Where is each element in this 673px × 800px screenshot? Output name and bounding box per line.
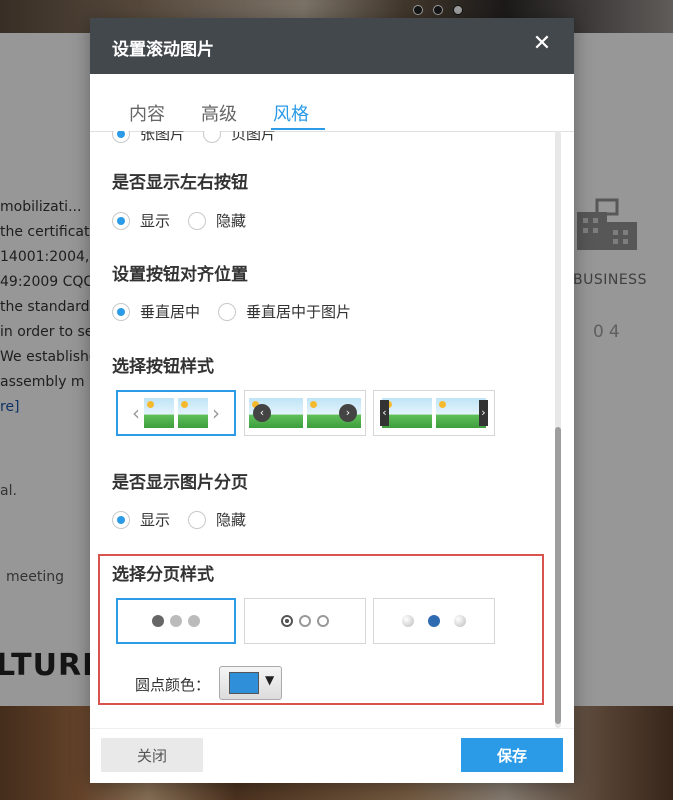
radio-button[interactable] xyxy=(218,302,237,321)
image-thumbnail xyxy=(382,398,432,428)
radio-option-show[interactable]: 显示 xyxy=(112,210,170,231)
radio-option-pagination-hide[interactable]: 隐藏 xyxy=(188,509,246,530)
dialog-footer: 关闭 保存 xyxy=(90,728,574,783)
radio-option-clipped-2[interactable]: 页图片 xyxy=(203,131,276,144)
chevron-right-icon: › xyxy=(212,401,220,425)
radio-button[interactable] xyxy=(188,211,207,230)
show-pagination-radio-group: 显示 隐藏 xyxy=(112,509,264,530)
tab-advanced[interactable]: 高级 xyxy=(201,100,237,126)
button-align-radio-group: 垂直居中 垂直居中于图片 xyxy=(112,301,369,322)
pagination-style-highlight xyxy=(98,554,544,705)
section-title-button-style: 选择按钮样式 xyxy=(112,357,214,377)
radio-option-pagination-show[interactable]: 显示 xyxy=(112,509,170,530)
radio-button[interactable] xyxy=(203,131,222,143)
section-title-button-align: 设置按钮对齐位置 xyxy=(112,265,248,285)
button-style-option-circles[interactable]: ‹ › xyxy=(244,390,366,436)
radio-button[interactable] xyxy=(188,510,207,529)
close-button[interactable]: 关闭 xyxy=(101,738,203,772)
active-tab-indicator xyxy=(271,128,325,130)
radio-option-clipped-1[interactable]: 张图片 xyxy=(112,131,185,144)
dialog-title: 设置滚动图片 xyxy=(112,40,214,60)
section-title-show-buttons: 是否显示左右按钮 xyxy=(112,173,248,193)
radio-button[interactable] xyxy=(112,131,130,143)
tab-bar: 内容 高级 风格 xyxy=(90,74,574,132)
square-next-icon: › xyxy=(479,400,488,426)
save-button[interactable]: 保存 xyxy=(461,738,563,772)
section-title-show-pagination: 是否显示图片分页 xyxy=(112,473,248,493)
radio-option-hide[interactable]: 隐藏 xyxy=(188,210,246,231)
dialog-header: 设置滚动图片 ✕ xyxy=(90,18,574,74)
close-icon[interactable]: ✕ xyxy=(530,32,554,56)
clipped-radio-row: 张图片 页图片 xyxy=(112,131,294,144)
radio-button[interactable] xyxy=(112,211,130,230)
image-thumbnail xyxy=(144,398,174,428)
button-style-option-arrows[interactable]: ‹ › xyxy=(116,390,236,436)
scrollbar[interactable] xyxy=(555,131,561,728)
button-style-option-square[interactable]: ‹ › xyxy=(373,390,495,436)
radio-option-vertical-center[interactable]: 垂直居中 xyxy=(112,301,200,322)
circle-next-icon: › xyxy=(339,404,357,422)
tab-content[interactable]: 内容 xyxy=(129,100,165,126)
radio-button[interactable] xyxy=(112,510,130,529)
tab-style[interactable]: 风格 xyxy=(273,100,309,126)
image-thumbnail xyxy=(178,398,208,428)
scrollbar-thumb[interactable] xyxy=(555,427,561,724)
radio-button[interactable] xyxy=(112,302,130,321)
slideshow-settings-dialog: 设置滚动图片 ✕ 内容 高级 风格 张图片 页图片 是否显示左右按钮 显示 隐藏… xyxy=(90,18,574,783)
circle-prev-icon: ‹ xyxy=(253,404,271,422)
show-buttons-radio-group: 显示 隐藏 xyxy=(112,210,264,231)
square-prev-icon: ‹ xyxy=(380,400,389,426)
chevron-left-icon: ‹ xyxy=(132,401,140,425)
radio-option-vertical-center-image[interactable]: 垂直居中于图片 xyxy=(218,301,351,322)
